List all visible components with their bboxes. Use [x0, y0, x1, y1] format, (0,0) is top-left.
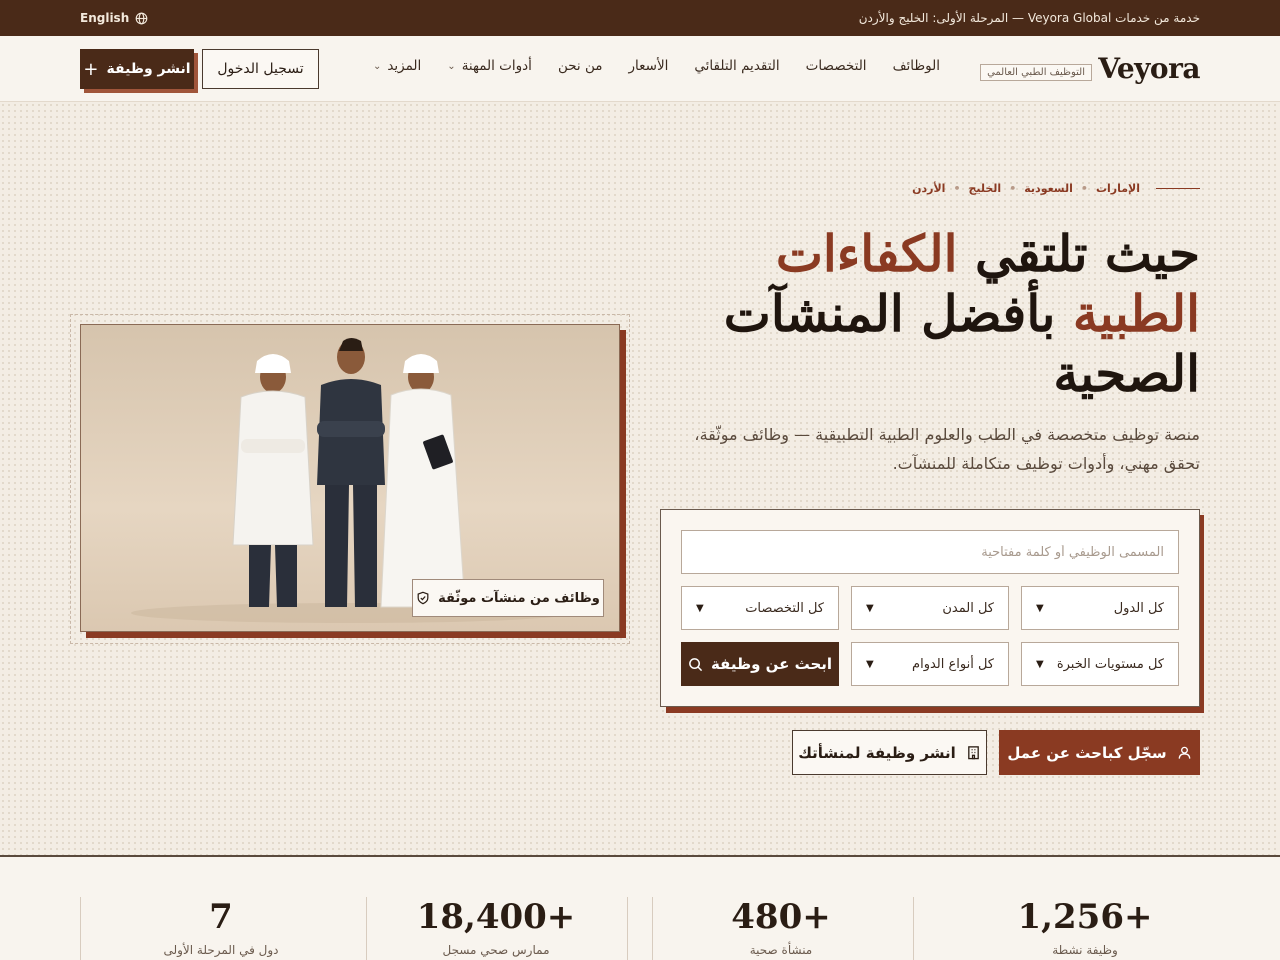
separator-dot: • — [1009, 182, 1017, 195]
search-button-label: ابحث عن وظيفة — [710, 655, 833, 673]
main-nav: الوظائف التخصصات التقديم التلقائي الأسعا… — [373, 58, 940, 74]
select-value: كل المدن — [942, 600, 994, 616]
nav-label: أدوات المهنة — [461, 58, 532, 74]
stat-label: دول في المرحلة الأولى — [163, 943, 279, 957]
chevron-down-icon: ⌄ — [372, 60, 382, 72]
nav-label: الأسعار — [628, 58, 669, 74]
city-select[interactable]: كل المدن ▼ — [851, 586, 1009, 630]
nav-item-auto-apply[interactable]: التقديم التلقائي — [694, 58, 779, 74]
register-seeker-button[interactable]: سجّل كباحث عن عمل — [999, 730, 1200, 775]
logo[interactable]: Veyora — [1098, 52, 1200, 85]
chevron-down-icon: ▼ — [866, 658, 874, 670]
experience-select[interactable]: كل مستويات الخبرة ▼ — [1021, 642, 1179, 686]
stat-value: 1,256+ — [1017, 897, 1153, 937]
globe-icon — [135, 12, 148, 24]
stat-divider — [913, 897, 914, 960]
verified-badge: وظائف من منشآت موثّقة — [412, 579, 604, 617]
stat-divider — [80, 897, 81, 960]
shield-icon — [417, 591, 429, 605]
nav-item-jobs[interactable]: الوظائف — [893, 58, 940, 74]
headline-accent: الكفاءات — [775, 224, 958, 283]
chevron-down-icon: ▼ — [696, 602, 704, 614]
nav-label: التخصصات — [805, 58, 867, 74]
chevron-down-icon: ⌄ — [447, 60, 456, 72]
hero-subtext: منصة توظيف متخصصة في الطب والعلوم الطبية… — [694, 425, 1200, 473]
nav-label: المزيد — [387, 58, 422, 74]
search-icon — [689, 657, 703, 671]
nav-label: من نحن — [557, 58, 603, 74]
decorative-rule — [1156, 188, 1200, 189]
stat-value: 18,400+ — [416, 897, 576, 937]
stat-facilities: 480+ منشأة صحية — [650, 897, 912, 960]
specialty-select[interactable]: كل التخصصات ▼ — [681, 586, 839, 630]
stat-divider — [652, 897, 653, 960]
service-notice: خدمة من خدمات Veyora Global — المرحلة ال… — [858, 11, 1200, 25]
stat-label: منشأة صحية — [749, 943, 813, 957]
headline-accent: الطبية — [1072, 284, 1200, 343]
region-item: الخليج — [968, 182, 1002, 195]
nav-item-pricing[interactable]: الأسعار — [629, 58, 669, 74]
cta-label: سجّل كباحث عن عمل — [1007, 743, 1167, 762]
search-jobs-button[interactable]: ابحث عن وظيفة — [681, 642, 839, 686]
select-value: كل مستويات الخبرة — [1056, 656, 1164, 672]
stat-active-jobs: 1,256+ وظيفة نشطة — [968, 897, 1202, 960]
nav-item-specialties[interactable]: التخصصات — [806, 58, 867, 74]
chevron-down-icon: ▼ — [1036, 602, 1044, 614]
job-search-input[interactable] — [681, 530, 1179, 574]
stat-practitioners: 18,400+ ممارس صحي مسجل — [366, 897, 626, 960]
stat-label: وظيفة نشطة — [1052, 943, 1118, 957]
post-job-button[interactable]: انشر وظيفة + — [80, 49, 194, 89]
main-header: Veyora التوظيف الطبي العالمي الوظائف الت… — [0, 36, 1280, 102]
stat-divider — [366, 897, 367, 960]
cta-label: انشر وظيفة لمنشأتك — [798, 743, 956, 762]
separator-dot: • — [1080, 182, 1088, 195]
top-bar: خدمة من خدمات Veyora Global — المرحلة ال… — [0, 0, 1280, 36]
region-list: الإمارات • السعودية • الخليج • الأردن — [912, 182, 1200, 195]
nav-item-about[interactable]: من نحن — [558, 58, 603, 74]
headline-text: حيث تلتقي — [957, 224, 1200, 283]
verified-label: وظائف من منشآت موثّقة — [438, 590, 600, 606]
language-label: English — [80, 11, 130, 25]
user-icon — [1178, 746, 1190, 759]
select-value: كل أنواع الدوام — [912, 656, 994, 672]
chevron-down-icon: ▼ — [866, 602, 874, 614]
nav-item-more[interactable]: المزيد ⌄ — [373, 58, 421, 74]
login-button[interactable]: تسجيل الدخول — [202, 49, 319, 89]
stats-bar: 1,256+ وظيفة نشطة 480+ منشأة صحية 18,400… — [0, 855, 1280, 960]
hero-headline: حيث تلتقي الكفاءات الطبية بأفضل المنشآت … — [680, 224, 1200, 404]
region-item: الإمارات — [1095, 182, 1140, 195]
region-item: السعودية — [1024, 182, 1073, 195]
schedule-select[interactable]: كل أنواع الدوام ▼ — [851, 642, 1009, 686]
stat-countries: 7 دول في المرحلة الأولى — [78, 897, 364, 960]
nav-label: التقديم التلقائي — [694, 58, 780, 74]
logo-tagline: التوظيف الطبي العالمي — [980, 64, 1092, 81]
nav-label: الوظائف — [892, 58, 940, 74]
region-item: الأردن — [912, 182, 946, 195]
separator-dot: • — [953, 182, 961, 195]
select-value: كل الدول — [1113, 600, 1164, 616]
chevron-down-icon: ▼ — [1036, 658, 1044, 670]
nav-item-career-tools[interactable]: أدوات المهنة ⌄ — [447, 58, 532, 74]
plus-icon: + — [83, 58, 99, 80]
stat-value: 7 — [209, 897, 233, 937]
country-select[interactable]: كل الدول ▼ — [1021, 586, 1179, 630]
stat-divider — [627, 897, 628, 960]
language-switcher[interactable]: English — [80, 11, 148, 25]
hero-section: الإمارات • السعودية • الخليج • الأردن حي… — [0, 102, 1280, 855]
post-job-employer-button[interactable]: انشر وظيفة لمنشأتك — [792, 730, 987, 775]
job-search-card: كل الدول ▼ كل المدن ▼ كل التخصصات ▼ كل مستو… — [660, 509, 1200, 707]
stat-label: ممارس صحي مسجل — [442, 943, 550, 957]
post-job-label: انشر وظيفة — [106, 61, 191, 77]
select-value: كل التخصصات — [745, 600, 824, 616]
stat-value: 480+ — [731, 897, 831, 937]
building-icon — [967, 746, 979, 760]
